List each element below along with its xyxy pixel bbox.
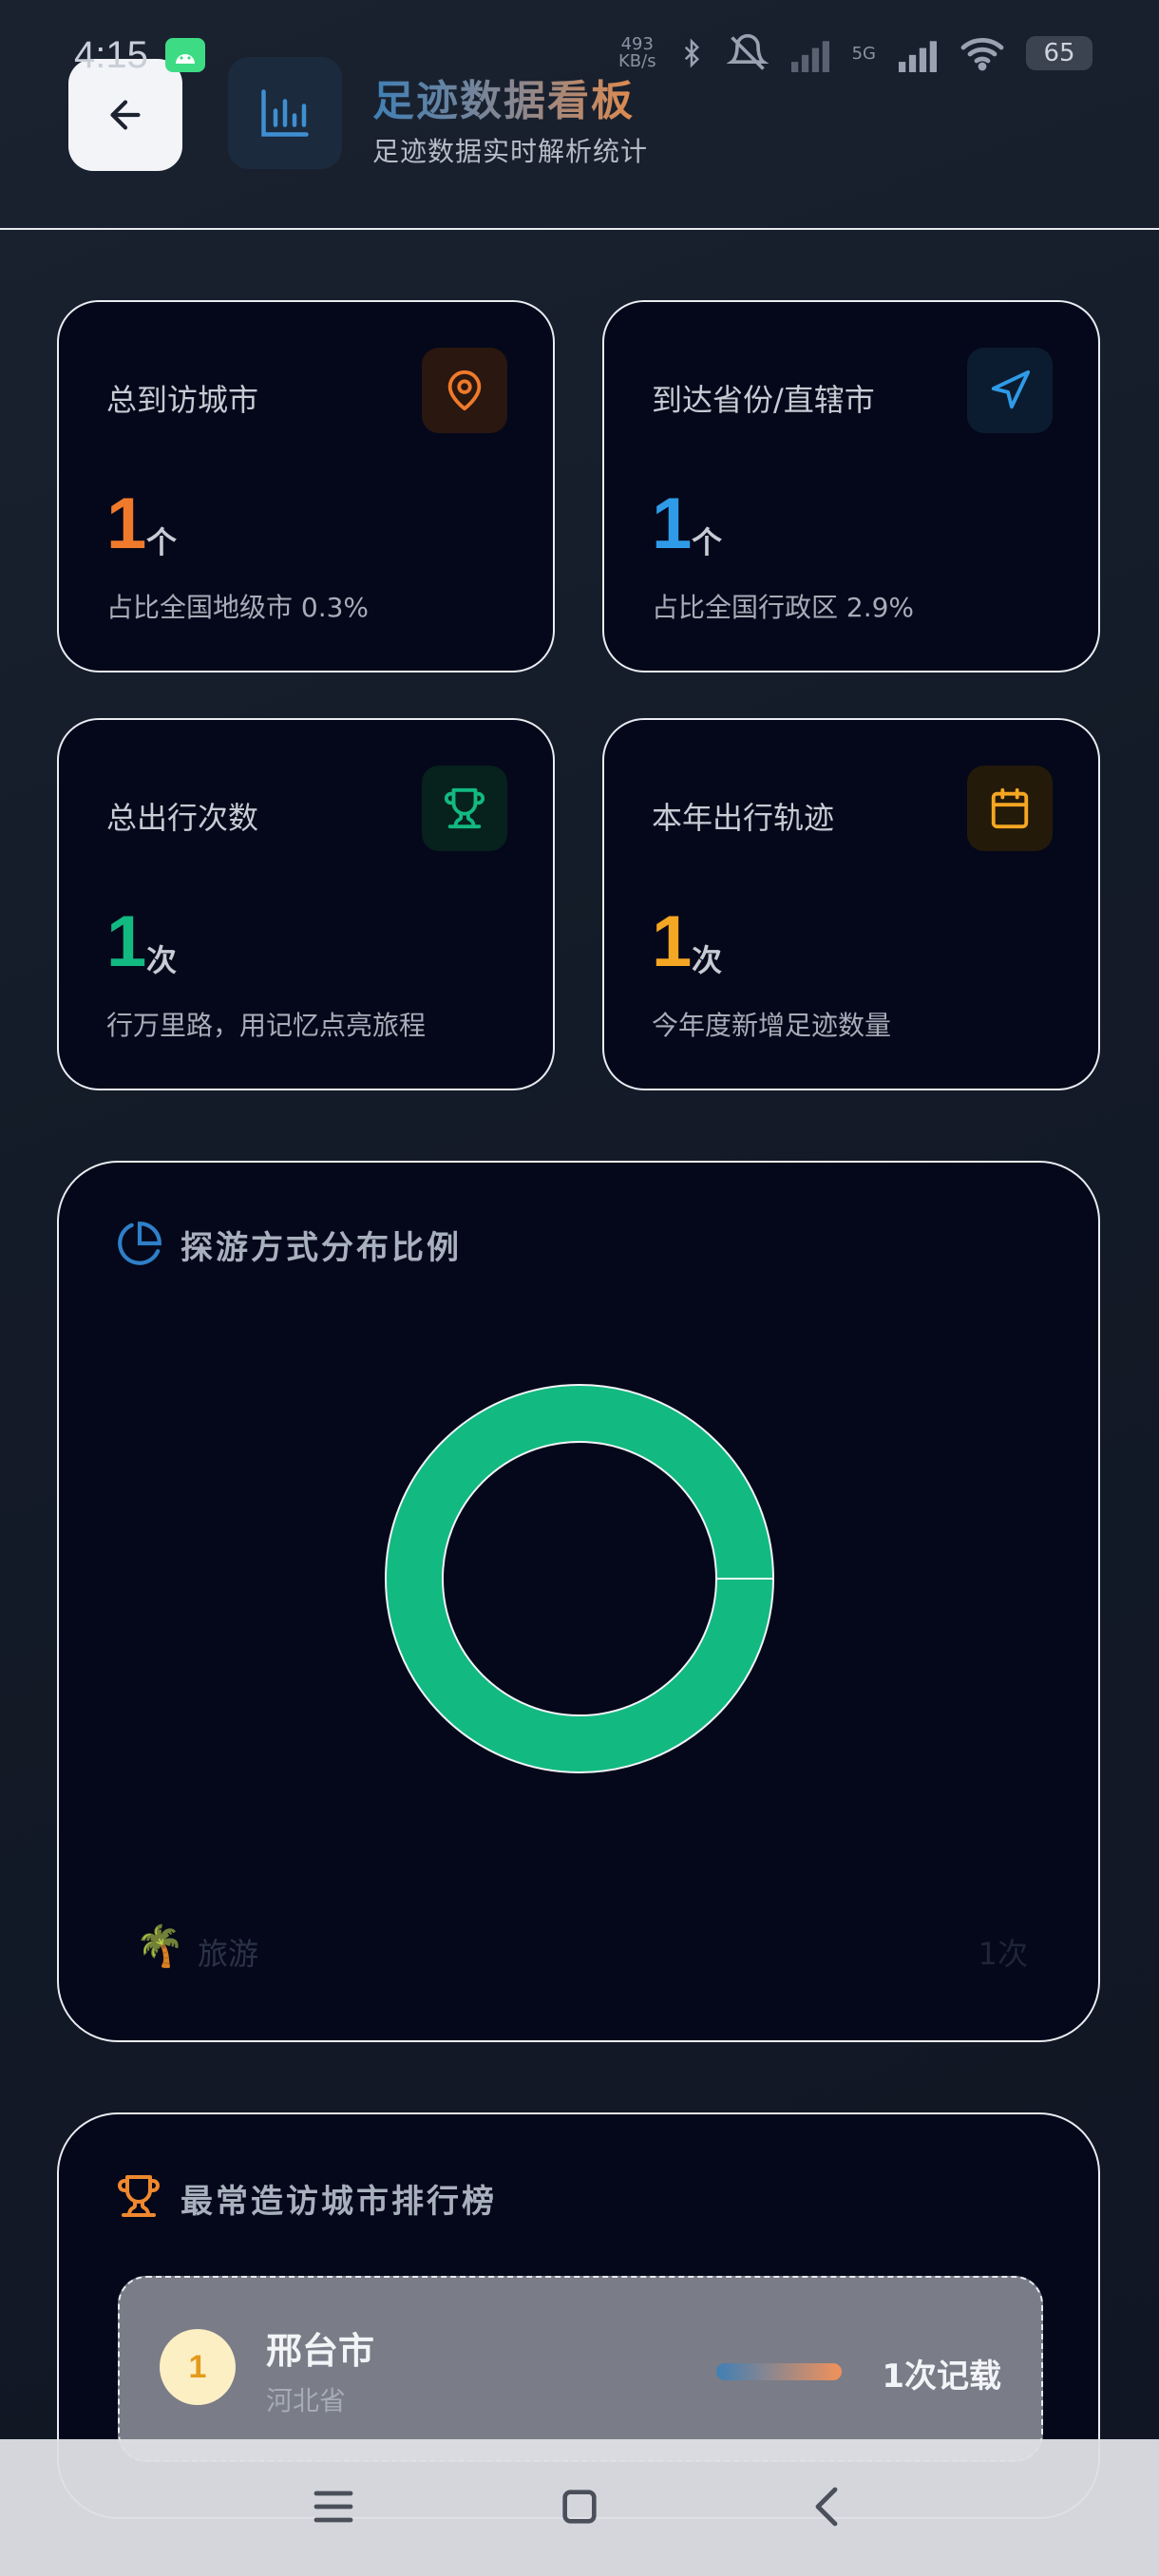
- calendar-icon: [991, 787, 1029, 829]
- map-pin-icon: [447, 370, 482, 411]
- stat-unit: 次: [692, 942, 723, 978]
- palm-tree-icon: 🌴: [135, 1923, 185, 1969]
- stat-note: 占比全国地级市 0.3%: [106, 592, 370, 623]
- stat-value: 1: [652, 483, 693, 564]
- legend-item: 🌴 旅游 1次: [135, 1923, 1028, 1979]
- system-nav-bar: [0, 2439, 1159, 2576]
- card-icon-box: [967, 348, 1053, 433]
- legend-label: 旅游: [198, 1936, 259, 1972]
- distribution-section: 探游方式分布比例 🌴 旅游 1次: [57, 1161, 1100, 2042]
- menu-icon: [314, 2491, 353, 2523]
- network-type: 5G: [851, 43, 876, 64]
- stat-unit: 个: [146, 524, 178, 560]
- stat-label: 总到访城市: [106, 382, 259, 418]
- stat-card-cities: 总到访城市 1 个 占比全国地级市 0.3%: [57, 300, 555, 672]
- rank-badge: 1: [160, 2329, 236, 2405]
- home-icon: [562, 2490, 597, 2524]
- navigation-icon: [991, 369, 1031, 409]
- stat-value: 1: [106, 901, 147, 982]
- network-speed: 493 KB/s: [618, 34, 656, 71]
- status-bar: 4:15 493 KB/s 5G 65: [0, 0, 1159, 114]
- page-subtitle: 足迹数据实时解析统计: [372, 136, 649, 167]
- ranking-item[interactable]: 1 邢台市 河北省 1次记载: [118, 2276, 1043, 2462]
- stat-value: 1: [652, 901, 693, 982]
- stat-label: 到达省份/直辖市: [652, 382, 875, 418]
- bluetooth-icon: [684, 38, 699, 68]
- rank-city: 邢台市: [266, 2330, 375, 2372]
- stat-label: 本年出行轨迹: [652, 800, 835, 836]
- legend-value: 1次: [978, 1936, 1028, 1972]
- battery-indicator: 65: [1026, 36, 1092, 70]
- status-indicators: 493 KB/s 5G 65: [618, 32, 1092, 74]
- back-nav-button[interactable]: [794, 2473, 861, 2540]
- stat-note: 今年度新增足迹数量: [652, 1010, 892, 1041]
- stat-unit: 次: [146, 942, 178, 978]
- menu-button[interactable]: [300, 2473, 367, 2540]
- signal-icon: [899, 41, 937, 72]
- stat-unit: 个: [692, 524, 723, 560]
- stat-value: 1: [106, 483, 147, 564]
- stat-card-trips: 总出行次数 1 次 行万里路，用记忆点亮旅程: [57, 718, 555, 1090]
- status-time: 4:15: [74, 34, 148, 76]
- rank-progress-bar: [716, 2363, 842, 2380]
- stat-label: 总出行次数: [106, 800, 259, 836]
- card-icon-box: [967, 766, 1053, 851]
- home-button[interactable]: [546, 2473, 613, 2540]
- trophy-icon: [118, 2175, 160, 2217]
- card-icon-box: [422, 766, 507, 851]
- rank-count: 1次记载: [882, 2358, 1001, 2396]
- section-title: 探游方式分布比例: [180, 1229, 462, 1267]
- card-icon-box: [422, 348, 507, 433]
- pie-chart-icon: [118, 1222, 162, 1265]
- stat-card-this-year: 本年出行轨迹 1 次 今年度新增足迹数量: [602, 718, 1100, 1090]
- stat-card-provinces: 到达省份/直辖市 1 个 占比全国行政区 2.9%: [602, 300, 1100, 672]
- mute-icon: [726, 33, 769, 70]
- chevron-left-icon: [815, 2487, 838, 2527]
- section-title: 最常造访城市排行榜: [180, 2183, 497, 2221]
- stat-note: 行万里路，用记忆点亮旅程: [106, 1010, 427, 1041]
- trophy-icon: [444, 787, 485, 829]
- rank-province: 河北省: [266, 2385, 347, 2416]
- distribution-donut-chart: [384, 1384, 775, 1773]
- stat-note: 占比全国行政区 2.9%: [652, 592, 915, 623]
- donut-slice: [384, 1384, 775, 1773]
- android-icon: [165, 38, 205, 72]
- signal-off-icon: [790, 41, 829, 72]
- wifi-icon: [960, 37, 1004, 71]
